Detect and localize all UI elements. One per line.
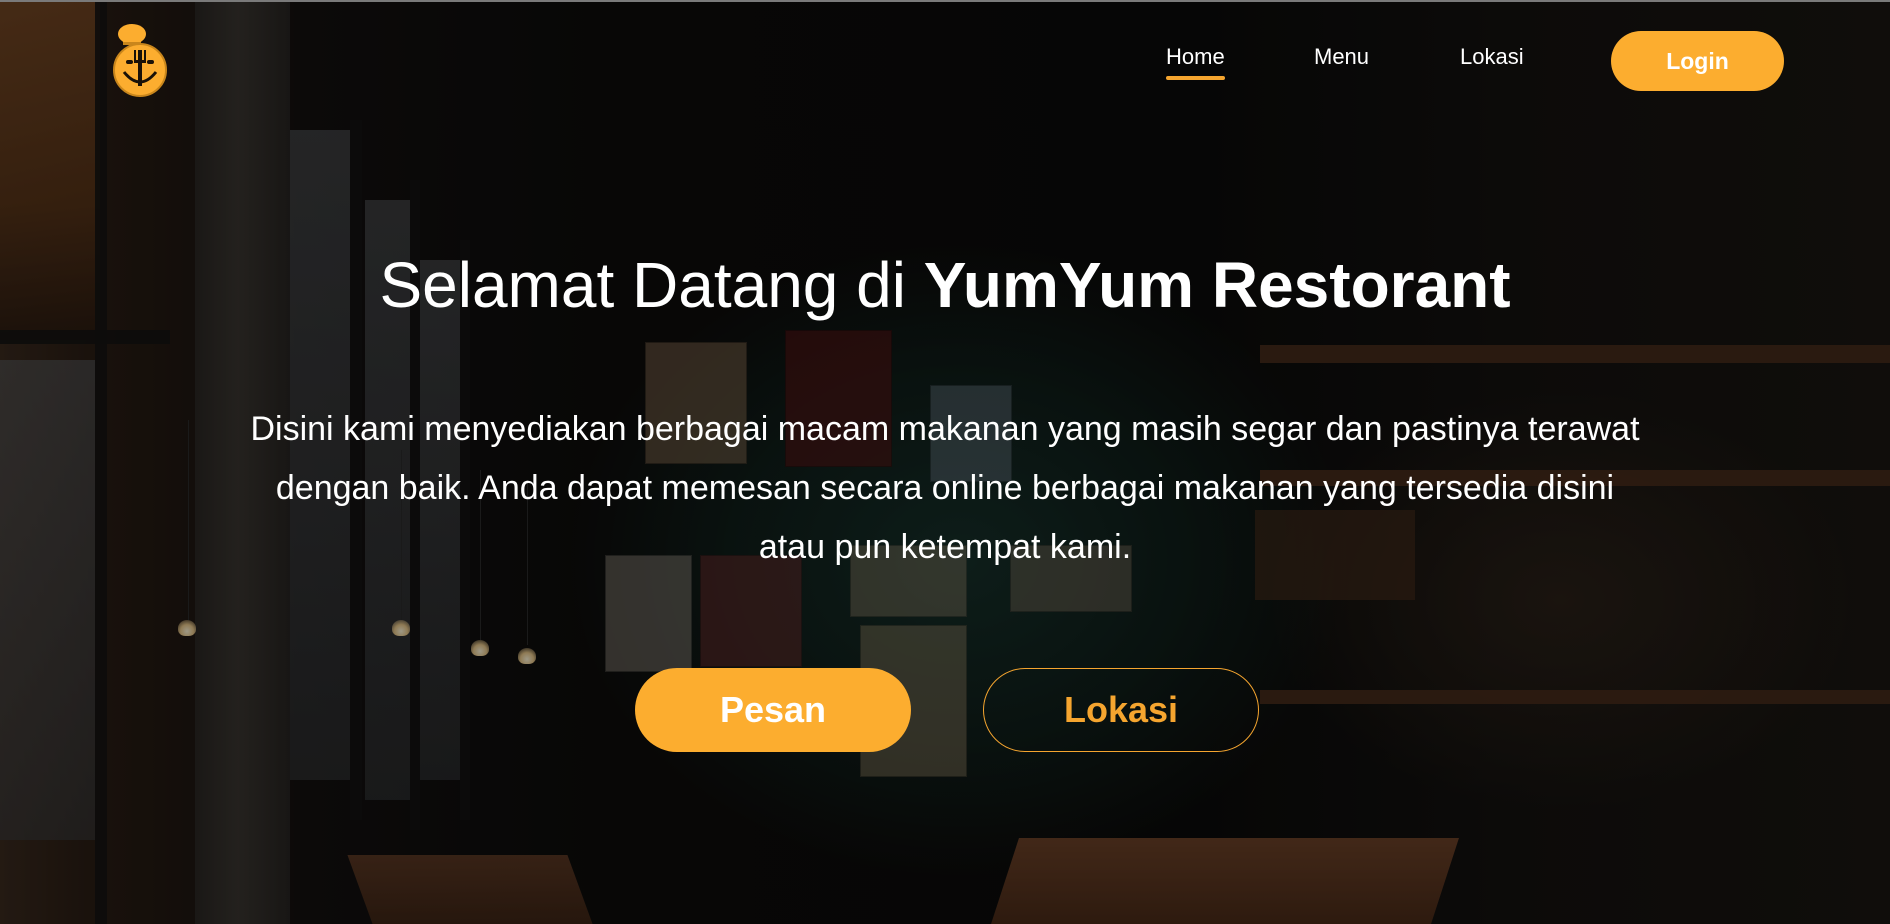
nav-home-link[interactable]: Home [1166,44,1225,80]
chef-smiley-icon[interactable] [110,20,170,98]
hero-title: Selamat Datang di YumYum Restorant [0,248,1890,322]
landing-page: Home Menu Lokasi Login Selamat Datang di… [0,0,1890,924]
hero-title-regular: Selamat Datang di [379,249,924,321]
nav-menu-link[interactable]: Menu [1314,44,1369,70]
location-button[interactable]: Lokasi [983,668,1259,752]
nav-lokasi-link[interactable]: Lokasi [1460,44,1524,70]
hero-description: Disini kami menyediakan berbagai macam m… [250,410,1640,566]
hero-title-brand: YumYum Restorant [923,249,1511,321]
order-button[interactable]: Pesan [635,668,911,752]
login-button[interactable]: Login [1611,31,1784,91]
top-border [0,0,1890,2]
